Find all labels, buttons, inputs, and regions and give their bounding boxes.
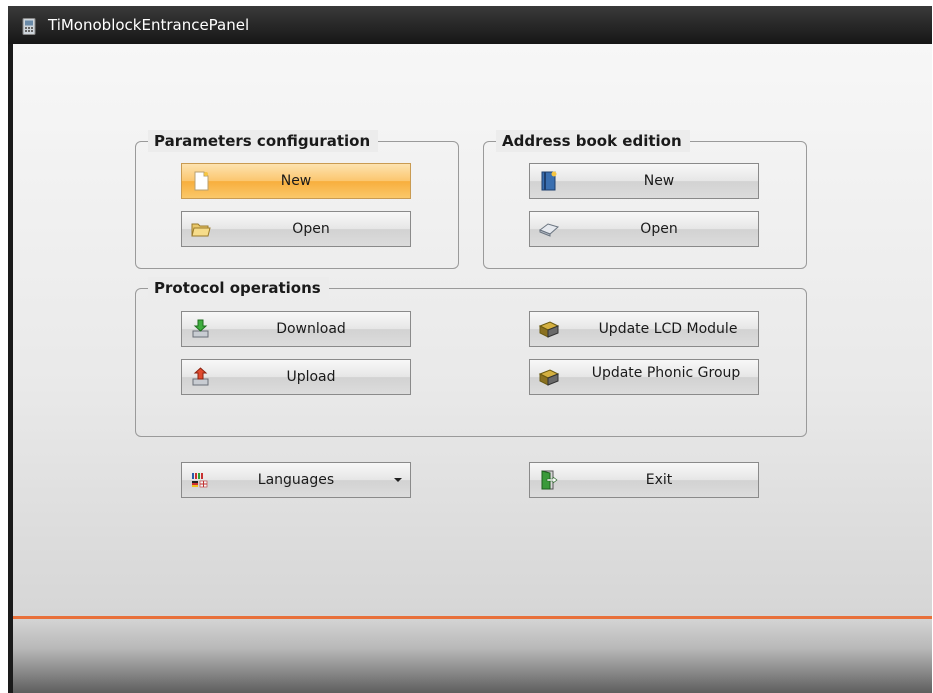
protocol-operations-title: Protocol operations <box>148 277 329 299</box>
upload-label: Upload <box>286 369 336 385</box>
upload-button[interactable]: Upload <box>181 359 411 395</box>
parameters-new-button[interactable]: New <box>181 163 411 199</box>
parameters-open-button[interactable]: Open <box>181 211 411 247</box>
address-book-new-button[interactable]: New <box>529 163 759 199</box>
address-book-edition-title: Address book edition <box>496 130 690 152</box>
exit-label: Exit <box>645 472 673 488</box>
update-chip-icon <box>538 369 560 386</box>
address-book-open-button[interactable]: Open <box>529 211 759 247</box>
update-lcd-module-label: Update LCD Module <box>598 321 738 337</box>
parameters-configuration-group: Parameters configuration <box>135 130 459 269</box>
footer-bar <box>13 619 932 693</box>
parameters-open-label: Open <box>292 221 330 237</box>
languages-dropdown[interactable]: Languages <box>181 462 411 498</box>
parameters-configuration-title: Parameters configuration <box>148 130 379 152</box>
parameters-new-label: New <box>280 173 312 189</box>
chevron-down-icon <box>394 478 402 482</box>
download-button[interactable]: Download <box>181 311 411 347</box>
address-book-new-label: New <box>643 173 675 189</box>
update-lcd-module-button[interactable]: Update LCD Module <box>529 311 759 347</box>
address-book-edition-group: Address book edition <box>483 130 807 269</box>
update-phonic-group-label: Update Phonic Group <box>591 365 741 381</box>
update-phonic-group-button[interactable]: Update Phonic Group <box>529 359 759 395</box>
exit-button[interactable]: Exit <box>529 462 759 498</box>
download-label: Download <box>276 321 346 337</box>
update-chip-icon <box>538 321 560 338</box>
address-book-open-label: Open <box>640 221 678 237</box>
languages-label: Languages <box>257 472 335 488</box>
